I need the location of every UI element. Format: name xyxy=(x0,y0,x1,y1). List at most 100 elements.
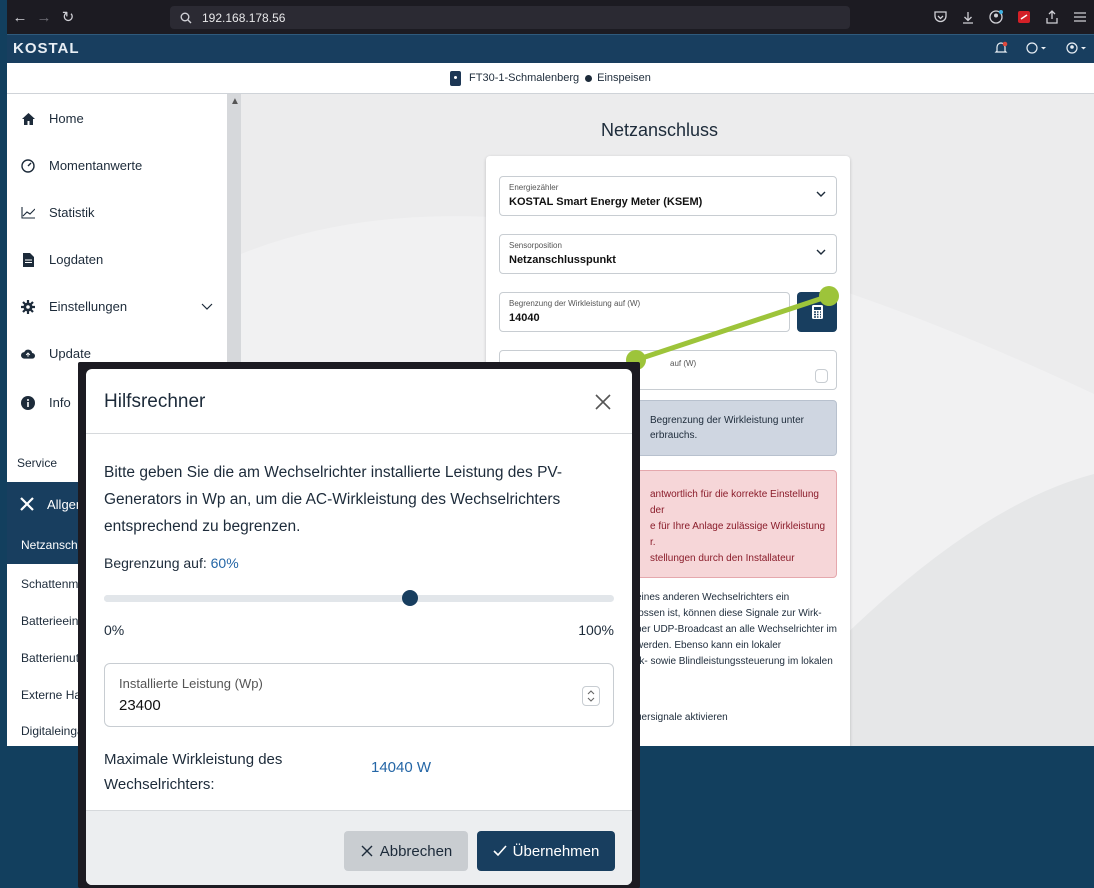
stepper-icon[interactable] xyxy=(582,686,600,706)
apply-button[interactable]: Übernehmen xyxy=(477,831,615,871)
inverter-icon xyxy=(450,70,462,86)
kostal-logo[interactable]: KOSTAL xyxy=(13,40,80,57)
limit-slider[interactable] xyxy=(104,590,614,606)
warning-text: stellungen durch den Installateur xyxy=(650,553,795,564)
body-text: per UDP-Broadcast an alle Wechselrichter… xyxy=(636,624,838,635)
body-text: rk- sowie Blindleistungssteuerung im lok… xyxy=(636,656,833,667)
field-label: Sensorposition xyxy=(509,241,562,250)
cloud-upload-icon xyxy=(21,347,35,361)
app-header: KOSTAL xyxy=(7,34,1094,63)
device-mode: Einspeisen xyxy=(597,72,651,84)
dialog-footer: Abbrechen Übernehmen xyxy=(86,811,632,885)
sidebar-item-logdaten[interactable]: Logdaten xyxy=(21,252,103,267)
subitem-label: Batterienutz xyxy=(21,651,86,665)
limit-label: Begrenzung auf: 60% xyxy=(104,555,239,571)
cancel-button[interactable]: Abbrechen xyxy=(344,831,468,871)
energy-meter-select[interactable]: Energiezähler KOSTAL Smart Energy Meter … xyxy=(499,176,837,216)
sidebar-section-service: Service xyxy=(17,456,58,470)
sidebar-item-label: Momentanwerte xyxy=(49,158,143,173)
status-dot xyxy=(585,74,593,82)
subitem-label: Batterieeins xyxy=(21,614,85,628)
back-icon[interactable]: ← xyxy=(9,9,31,26)
limit-label-text: Begrenzung auf: xyxy=(104,555,207,571)
calculator-button[interactable] xyxy=(797,292,837,332)
limit-value: 60% xyxy=(210,555,239,571)
sidebar-item-label: Home xyxy=(49,111,84,126)
document-icon xyxy=(21,252,35,267)
forward-icon[interactable]: → xyxy=(33,9,55,26)
sidebar-item-home[interactable]: Home xyxy=(21,111,84,126)
extension-account-icon[interactable] xyxy=(988,9,1004,25)
sidebar-item-einstellungen[interactable]: Einstellungen xyxy=(21,299,221,314)
slider-thumb[interactable] xyxy=(402,590,418,606)
sensor-position-select[interactable]: Sensorposition Netzanschlusspunkt xyxy=(499,234,837,274)
check-icon xyxy=(493,845,507,857)
subitem-label: Digitaleingä xyxy=(21,724,84,738)
description-text: eines anderen Wechselrichters ein lossen… xyxy=(636,590,841,670)
reload-icon[interactable]: ↻ xyxy=(57,8,79,26)
slider-max-label: 100% xyxy=(578,622,614,638)
page-title: Netzanschluss xyxy=(601,120,719,140)
menu-icon[interactable] xyxy=(1072,9,1088,25)
chevron-down-icon xyxy=(201,303,213,311)
dialog-description: Bitte geben Sie die am Wechselrichter in… xyxy=(104,464,563,535)
installed-power-input[interactable]: Installierte Leistung (Wp) 23400 xyxy=(104,663,614,727)
body-text: werden. Ebenso kann ein lokaler xyxy=(636,640,782,651)
info-text: Begrenzung der Wirkleistung unter xyxy=(650,415,804,426)
input-value: 23400 xyxy=(119,697,161,714)
scroll-up-icon[interactable]: ▲ xyxy=(230,96,240,107)
download-icon[interactable] xyxy=(960,9,976,25)
extension-red-icon[interactable] xyxy=(1016,9,1032,25)
field-value: KOSTAL Smart Energy Meter (KSEM) xyxy=(509,196,703,208)
input-label: Installierte Leistung (Wp) xyxy=(119,676,263,691)
notification-bell-icon[interactable] xyxy=(994,41,1008,55)
body-text: lossen ist, können diese Signale zur Wir… xyxy=(636,608,822,619)
slider-track-fill xyxy=(104,595,410,602)
stepper-icon[interactable] xyxy=(815,369,828,383)
calculator-dialog-frame: Hilfsrechner Bitte geben Sie die am Wech… xyxy=(78,362,640,888)
device-name: FT30-1-Schmalenberg xyxy=(469,72,580,84)
sidebar-item-update[interactable]: Update xyxy=(21,346,91,361)
language-globe-icon[interactable] xyxy=(1026,41,1048,55)
tools-icon xyxy=(19,496,35,512)
max-power-value: 14040 W xyxy=(371,759,432,776)
warning-text: antwortlich für die korrekte Einstellung… xyxy=(650,489,819,516)
button-label: Übernehmen xyxy=(512,842,600,860)
user-account-icon[interactable] xyxy=(1066,41,1088,55)
device-status-bar: FT30-1-Schmalenberg Einspeisen xyxy=(7,63,1094,94)
slider-min-label: 0% xyxy=(104,622,125,638)
sidebar-item-statistik[interactable]: Statistik xyxy=(21,205,95,220)
address-bar[interactable]: 192.168.178.56 xyxy=(170,6,850,29)
chart-line-icon xyxy=(21,206,35,220)
share-icon[interactable] xyxy=(1044,9,1060,25)
sidebar-item-label: Statistik xyxy=(49,205,95,220)
warning-text: r. xyxy=(650,537,656,548)
calculator-icon xyxy=(811,305,823,319)
activate-signals-label: uersignale aktivieren xyxy=(636,712,728,723)
subitem-label: Externe Har xyxy=(21,688,86,702)
search-icon xyxy=(180,12,192,23)
field-label: Energiezähler xyxy=(509,183,559,192)
field-label: Begrenzung der Wirkleistung auf (W) xyxy=(509,299,641,308)
sidebar-item-info[interactable]: Info xyxy=(21,395,71,410)
chevron-down-icon xyxy=(816,249,826,255)
speedometer-icon xyxy=(21,158,35,173)
close-icon xyxy=(361,845,373,857)
sidebar-item-label: Einstellungen xyxy=(49,299,128,314)
sidebar-item-label: Logdaten xyxy=(49,252,104,267)
info-text: erbrauchs. xyxy=(650,430,698,441)
field-label: auf (W) xyxy=(670,359,697,368)
close-icon[interactable] xyxy=(592,391,614,413)
calculator-dialog: Hilfsrechner Bitte geben Sie die am Wech… xyxy=(86,369,632,885)
subitem-label: Schattenma xyxy=(21,577,86,591)
pocket-icon[interactable] xyxy=(932,9,948,25)
max-power-label: Maximale Wirkleistung des Wechselrichter… xyxy=(104,751,283,793)
dialog-title: Hilfsrechner xyxy=(104,391,206,412)
button-label: Abbrechen xyxy=(379,842,453,860)
sidebar-item-label: Update xyxy=(49,346,91,361)
sidebar-item-momentanwerte[interactable]: Momentanwerte xyxy=(21,158,142,173)
field-value: 14040 xyxy=(509,312,540,324)
browser-toolbar: ← → ↻ 192.168.178.56 xyxy=(7,0,1094,34)
active-power-limit-input[interactable]: Begrenzung der Wirkleistung auf (W) 1404… xyxy=(499,292,790,332)
chevron-down-icon xyxy=(816,191,826,197)
